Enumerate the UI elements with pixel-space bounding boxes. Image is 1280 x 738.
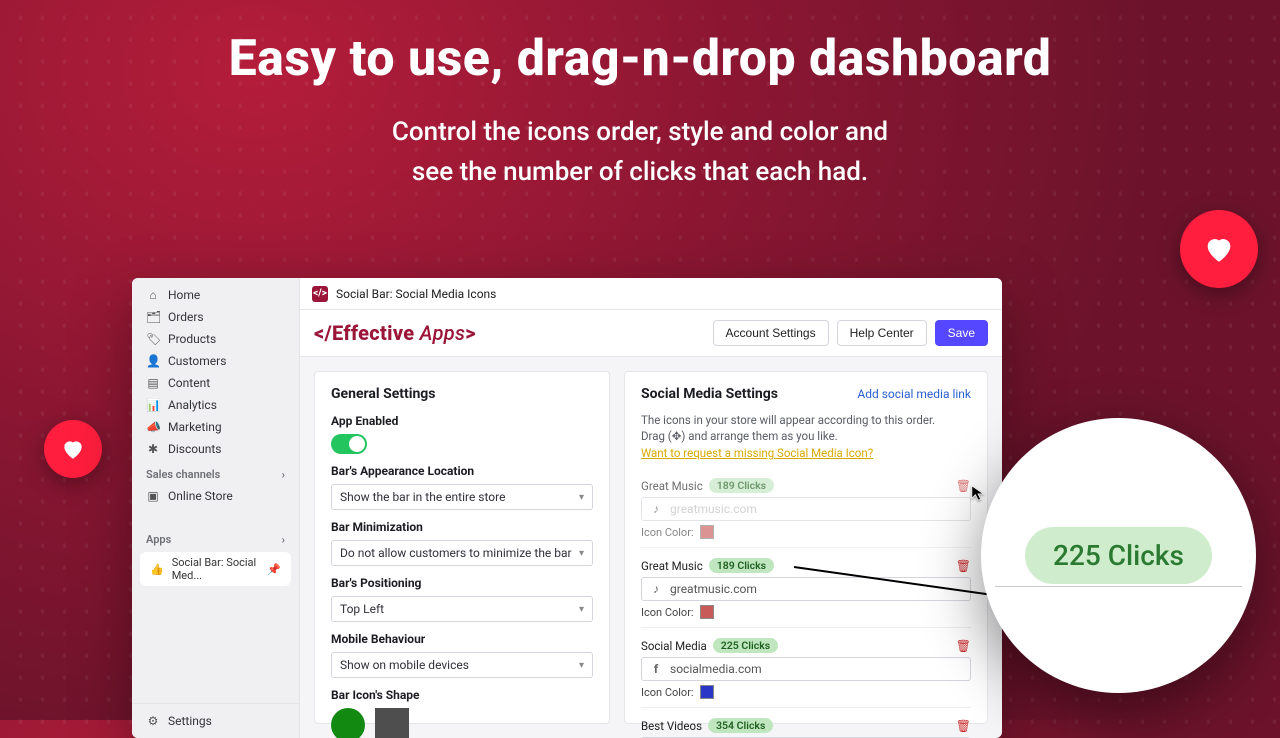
app-enabled-label: App Enabled	[331, 414, 593, 428]
appearance-location-select[interactable]: Show the bar in the entire store	[331, 484, 593, 510]
nav-icon: ▤	[146, 376, 160, 390]
general-settings-panel: General Settings App Enabled Bar's Appea…	[314, 371, 610, 724]
color-swatch[interactable]	[700, 685, 714, 699]
clicks-badge: 354 Clicks	[708, 718, 773, 733]
sidebar-item-home[interactable]: ⌂Home	[132, 284, 299, 306]
shape-option-circle[interactable]	[331, 708, 365, 738]
sidebar-item-marketing[interactable]: 📣Marketing	[132, 416, 299, 438]
app-logo-icon: </>	[312, 286, 328, 302]
panel-title: Social Media Settings	[641, 386, 778, 402]
info-text: The icons in your store will appear acco…	[641, 412, 971, 444]
clicks-pill: 225 Clicks	[1025, 527, 1212, 584]
cursor-icon	[970, 484, 988, 502]
nav-icon: 📣	[146, 420, 160, 434]
social-url-input[interactable]: ♪greatmusic.com	[641, 577, 971, 601]
app-title: Social Bar: Social Media Icons	[336, 287, 496, 301]
minimization-select[interactable]: Do not allow customers to minimize the b…	[331, 540, 593, 566]
pin-icon[interactable]: 📌	[267, 563, 281, 576]
hero-subtitle: Control the icons order, style and color…	[200, 112, 1080, 193]
nav-icon: 👤	[146, 354, 160, 368]
hero: Easy to use, drag-n-drop dashboard Contr…	[0, 0, 1280, 193]
nav-icon: 🏷	[146, 332, 160, 346]
request-icon-link[interactable]: Want to request a missing Social Media I…	[641, 446, 873, 460]
add-social-link[interactable]: Add social media link	[857, 387, 971, 401]
mobile-behaviour-select[interactable]: Show on mobile devices	[331, 652, 593, 678]
sidebar-section-channels[interactable]: Sales channels›	[132, 460, 299, 485]
save-button[interactable]: Save	[935, 320, 988, 346]
clicks-badge: 189 Clicks	[709, 478, 774, 493]
panel-title: General Settings	[331, 386, 593, 402]
platform-icon: f	[650, 662, 662, 676]
sidebar-app-item[interactable]: 👍 Social Bar: Social Med... 📌	[140, 552, 291, 586]
sidebar-item-orders[interactable]: 🗂Orders	[132, 306, 299, 328]
sidebar-item-customers[interactable]: 👤Customers	[132, 350, 299, 372]
field-label: Bar's Appearance Location	[331, 464, 593, 478]
sidebar-item-discounts[interactable]: ✱Discounts	[132, 438, 299, 460]
clicks-badge: 225 Clicks	[713, 638, 778, 653]
app-header: </> Social Bar: Social Media Icons	[300, 278, 1002, 310]
sidebar-item-products[interactable]: 🏷Products	[132, 328, 299, 350]
heart-icon	[1180, 210, 1258, 288]
field-label: Bar Minimization	[331, 520, 593, 534]
help-center-button[interactable]: Help Center	[837, 320, 927, 346]
app-window: ⌂Home🗂Orders🏷Products👤Customers▤Content📊…	[132, 278, 1002, 738]
social-item-name: Great Music	[641, 479, 703, 493]
nav-icon: ⌂	[146, 288, 160, 302]
clicks-badge: 189 Clicks	[709, 558, 774, 573]
field-label: Bar Icon's Shape	[331, 688, 593, 702]
main: </> Social Bar: Social Media Icons </Eff…	[300, 278, 1002, 738]
nav-icon: 🗂	[146, 310, 160, 324]
delete-icon[interactable]: 🗑	[956, 719, 971, 733]
sidebar-item-content[interactable]: ▤Content	[132, 372, 299, 394]
social-url-input[interactable]: fsocialmedia.com	[641, 657, 971, 681]
delete-icon[interactable]: 🗑	[956, 639, 971, 653]
sidebar-item-analytics[interactable]: 📊Analytics	[132, 394, 299, 416]
icon-color-row: Icon Color:	[641, 525, 971, 539]
account-settings-button[interactable]: Account Settings	[713, 320, 829, 346]
toolbar: </Effective Apps> Account Settings Help …	[300, 310, 1002, 357]
social-item[interactable]: Social Media 225 Clicks 🗑 fsocialmedia.com I…	[641, 638, 971, 708]
thumbs-up-icon: 👍	[150, 563, 164, 576]
gear-icon: ⚙	[146, 714, 160, 728]
social-item[interactable]: Best Videos354 Clicks🗑Ebestvideos.comIco…	[641, 718, 971, 738]
icon-color-row: Icon Color:	[641, 605, 971, 619]
magnifier-callout: 225 Clicks	[981, 418, 1256, 693]
social-item-name: Social Media	[641, 639, 707, 653]
social-item-name: Best Videos	[641, 719, 702, 733]
social-media-panel: Social Media Settings Add social media l…	[624, 371, 988, 724]
field-label: Mobile Behaviour	[331, 632, 593, 646]
nav-icon: ✱	[146, 442, 160, 456]
platform-icon: ♪	[650, 502, 662, 516]
social-item[interactable]: Great Music 189 Clicks 🗑 ♪greatmusic.com Ico…	[641, 478, 971, 548]
icon-color-row: Icon Color:	[641, 685, 971, 699]
social-url-input[interactable]: ♪greatmusic.com	[641, 497, 971, 521]
hero-title: Easy to use, drag-n-drop dashboard	[40, 30, 1240, 88]
heart-icon	[44, 420, 102, 478]
brand-logo: </Effective Apps>	[314, 321, 476, 345]
sidebar-item-settings[interactable]: ⚙ Settings	[132, 703, 299, 738]
store-icon: ▣	[146, 489, 160, 503]
positioning-select[interactable]: Top Left	[331, 596, 593, 622]
shape-option-square[interactable]	[375, 708, 409, 738]
platform-icon: ♪	[650, 582, 662, 596]
social-item-name: Great Music	[641, 559, 703, 573]
color-swatch[interactable]	[700, 605, 714, 619]
color-swatch[interactable]	[700, 525, 714, 539]
field-label: Bar's Positioning	[331, 576, 593, 590]
delete-icon[interactable]: 🗑	[956, 479, 971, 493]
nav-icon: 📊	[146, 398, 160, 412]
delete-icon[interactable]: 🗑	[956, 559, 971, 573]
app-enabled-toggle[interactable]	[331, 434, 367, 454]
sidebar-item-online-store[interactable]: ▣ Online Store	[132, 485, 299, 507]
sidebar-section-apps[interactable]: Apps›	[132, 525, 299, 550]
sidebar: ⌂Home🗂Orders🏷Products👤Customers▤Content📊…	[132, 278, 300, 738]
